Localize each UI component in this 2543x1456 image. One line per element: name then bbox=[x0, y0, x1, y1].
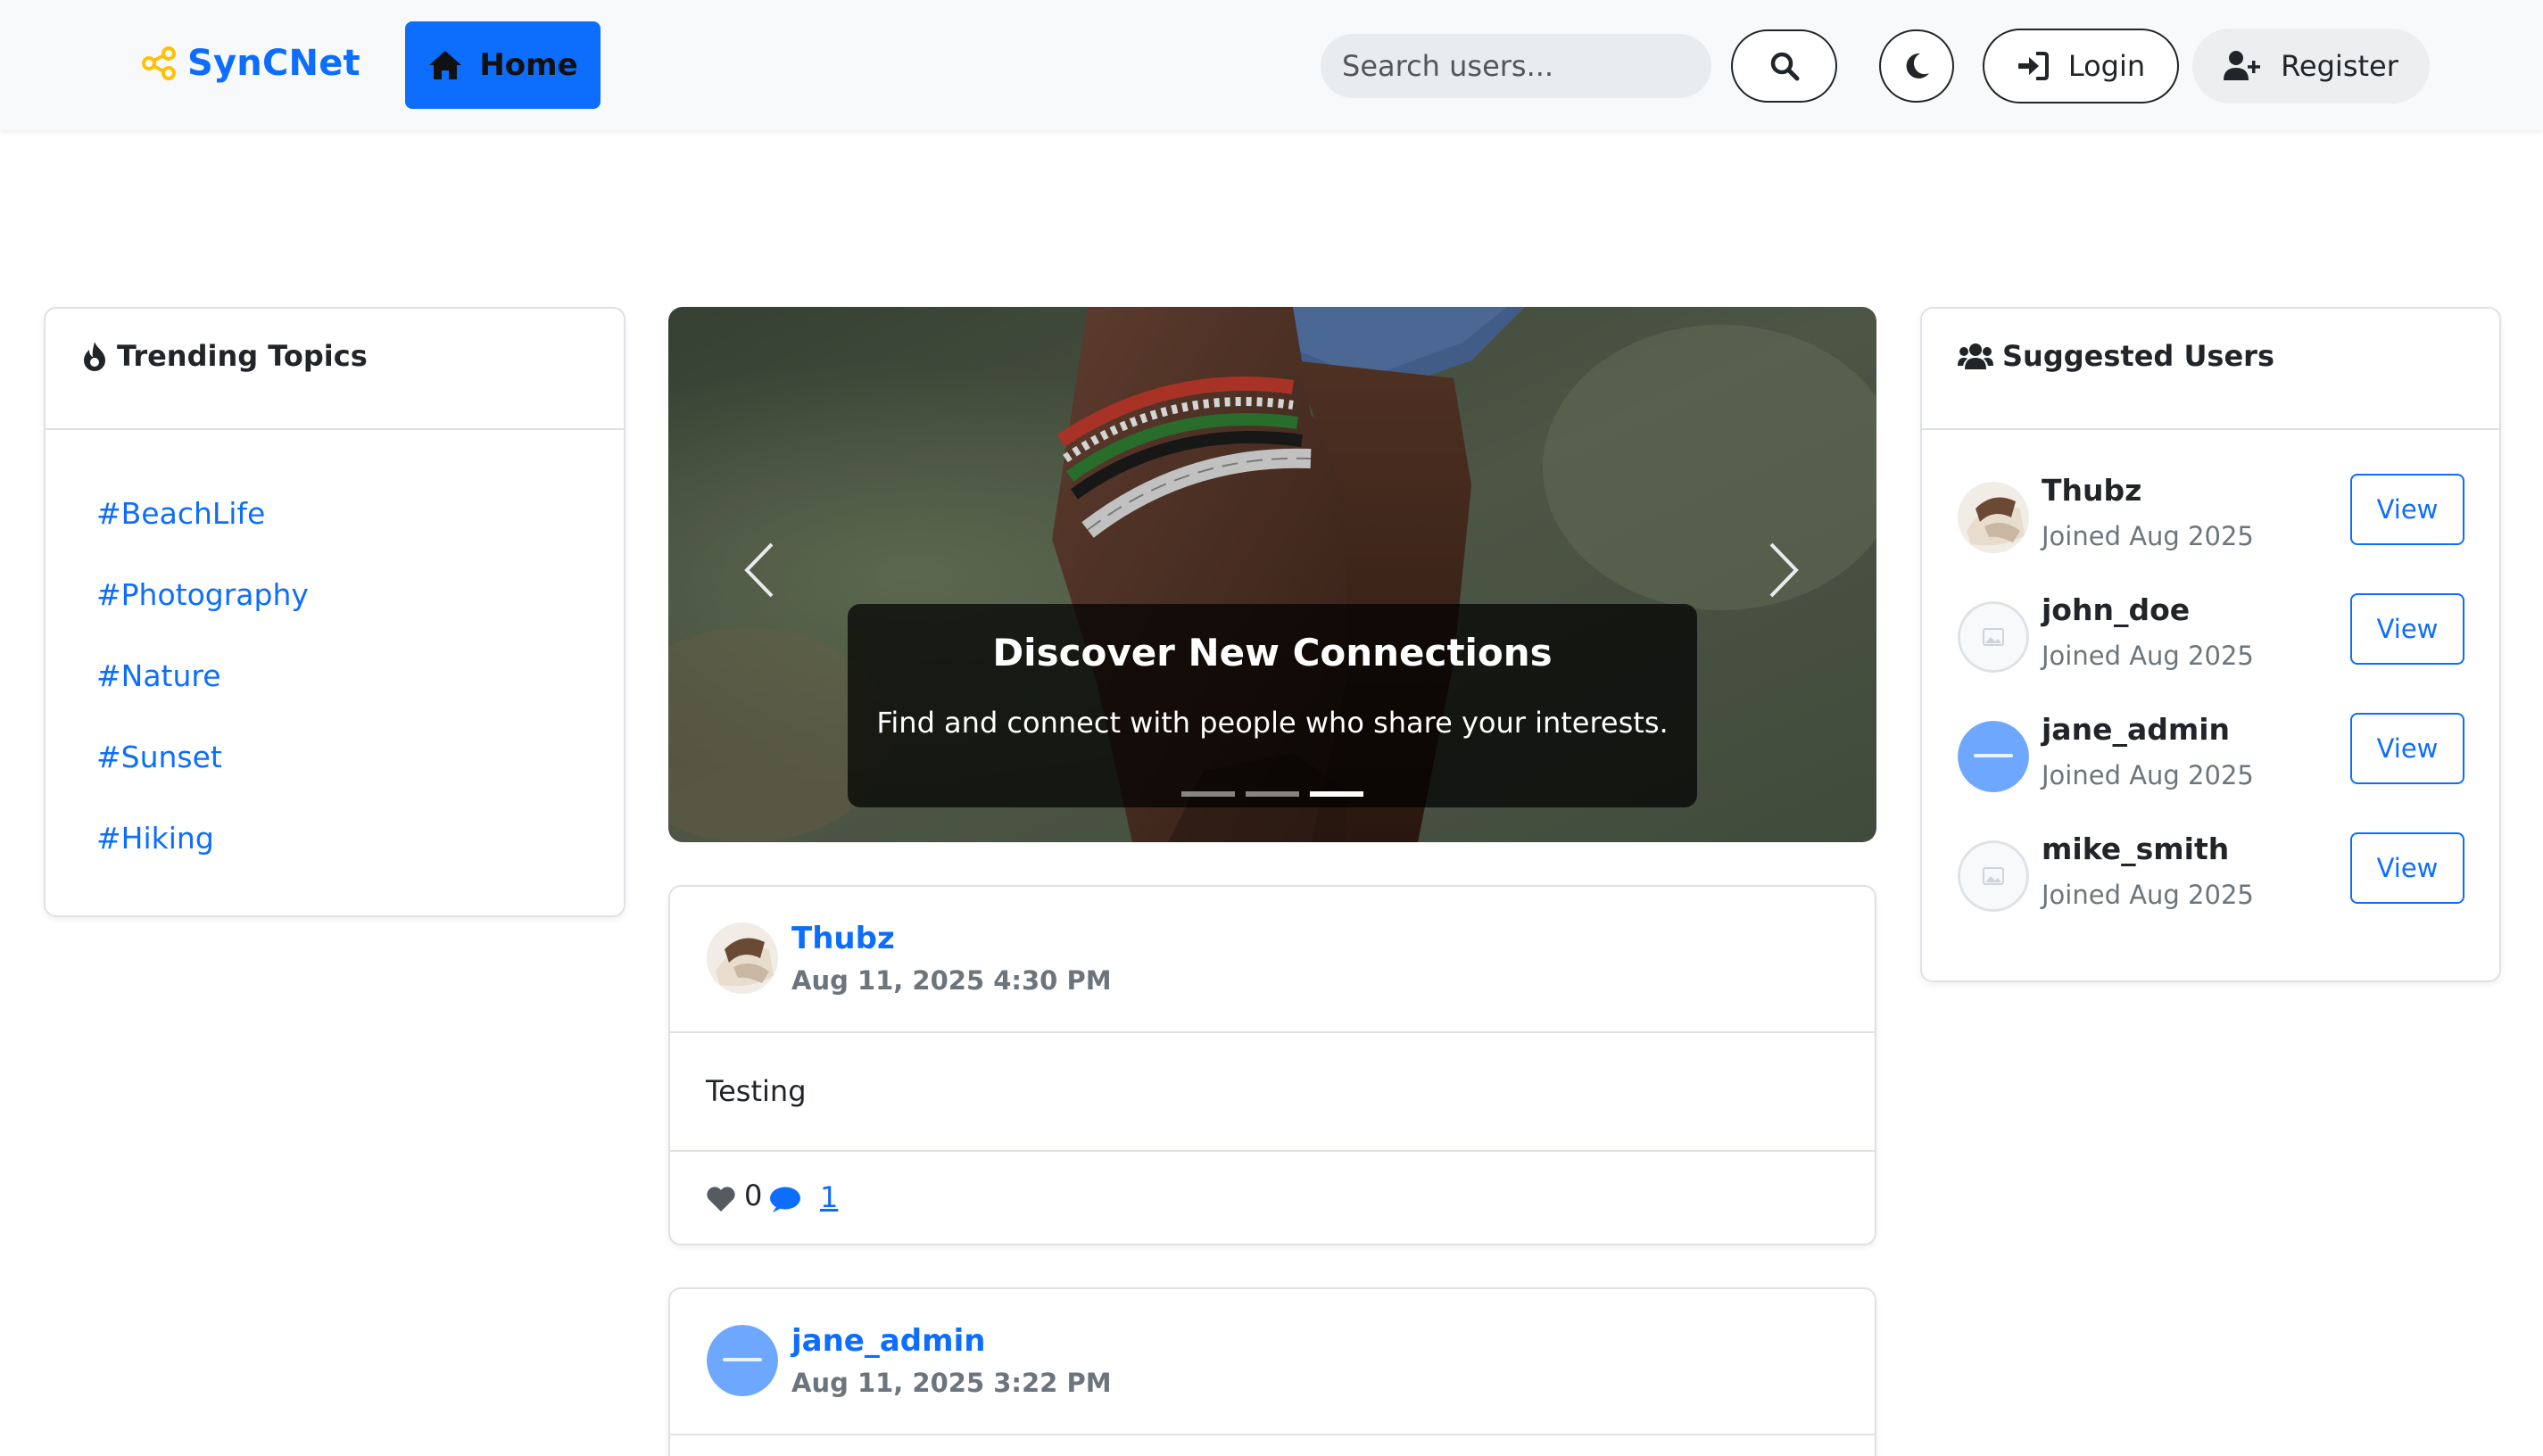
avatar-logo-icon bbox=[707, 1325, 778, 1396]
search-input[interactable] bbox=[1321, 34, 1711, 98]
suggested-user-row: jane_admin Joined Aug 2025 View bbox=[1922, 712, 2499, 801]
carousel-caption: Discover New Connections Find and connec… bbox=[848, 604, 1697, 807]
suggested-title: Suggested Users bbox=[2002, 339, 2274, 373]
search-icon bbox=[1770, 52, 1799, 81]
like-count: 0 bbox=[744, 1179, 763, 1212]
view-user-button[interactable]: View bbox=[2350, 474, 2464, 545]
trending-title: Trending Topics bbox=[117, 339, 368, 373]
avatar[interactable] bbox=[707, 922, 778, 994]
suggested-header: Suggested Users bbox=[1922, 309, 2499, 430]
suggested-user-row: mike_smith Joined Aug 2025 View bbox=[1922, 831, 2499, 921]
trending-topics-card: Trending Topics #BeachLife #Photography … bbox=[44, 307, 625, 917]
avatar-logo-icon bbox=[1958, 721, 2029, 792]
brand-link[interactable]: SynCNet bbox=[141, 43, 360, 84]
user-name: jane_admin bbox=[2042, 712, 2231, 747]
carousel-indicator-active[interactable] bbox=[1310, 791, 1363, 797]
carousel-indicator[interactable] bbox=[1181, 791, 1235, 797]
avatar-photo-icon bbox=[707, 922, 778, 994]
home-label: Home bbox=[479, 47, 578, 83]
avatar[interactable] bbox=[1958, 482, 2029, 553]
share-nodes-icon bbox=[142, 46, 176, 80]
suggested-users-card: Suggested Users Thubz Joined Aug 2025 Vi… bbox=[1920, 307, 2501, 982]
search-button[interactable] bbox=[1731, 29, 1837, 103]
user-name: mike_smith bbox=[2042, 831, 2230, 866]
user-joined: Joined Aug 2025 bbox=[2042, 760, 2254, 790]
topic-link[interactable]: #BeachLife bbox=[96, 496, 265, 531]
user-joined: Joined Aug 2025 bbox=[2042, 641, 2254, 671]
avatar-photo-icon bbox=[1958, 482, 2029, 553]
carousel-indicators bbox=[848, 791, 1697, 797]
user-name: john_doe bbox=[2042, 592, 2191, 627]
comment-icon[interactable] bbox=[769, 1186, 801, 1214]
topic-link[interactable]: #Sunset bbox=[96, 740, 222, 774]
suggested-user-row: Thubz Joined Aug 2025 View bbox=[1922, 473, 2499, 562]
image-placeholder-icon bbox=[1958, 840, 2029, 912]
avatar[interactable] bbox=[1958, 601, 2029, 673]
caption-title: Discover New Connections bbox=[992, 631, 1553, 674]
post-timestamp: Aug 11, 2025 4:30 PM bbox=[791, 965, 1112, 996]
post-card: Thubz Aug 11, 2025 4:30 PM Testing 0 1 bbox=[668, 885, 1876, 1245]
post-card: jane_admin Aug 11, 2025 3:22 PM bbox=[668, 1287, 1876, 1456]
moon-icon bbox=[1906, 53, 1929, 79]
user-joined: Joined Aug 2025 bbox=[2042, 521, 2254, 551]
sign-in-icon bbox=[2017, 52, 2049, 80]
post-body: Testing bbox=[670, 1033, 1875, 1152]
post-author[interactable]: jane_admin bbox=[791, 1323, 985, 1359]
user-plus-icon bbox=[2224, 51, 2261, 80]
topic-link[interactable]: #Nature bbox=[96, 658, 221, 693]
topic-link[interactable]: #Photography bbox=[96, 577, 309, 612]
post-author[interactable]: Thubz bbox=[791, 921, 895, 956]
navbar: SynCNet Home Login Register bbox=[0, 0, 2543, 130]
register-label: Register bbox=[2281, 49, 2398, 83]
view-user-button[interactable]: View bbox=[2350, 832, 2464, 904]
carousel-indicator[interactable] bbox=[1246, 791, 1299, 797]
users-icon bbox=[1958, 343, 1993, 369]
avatar[interactable] bbox=[1958, 840, 2029, 912]
post-content: Testing bbox=[706, 1074, 807, 1108]
trending-header: Trending Topics bbox=[46, 309, 624, 430]
view-user-button[interactable]: View bbox=[2350, 713, 2464, 784]
view-user-button[interactable]: View bbox=[2350, 593, 2464, 665]
suggested-user-row: john_doe Joined Aug 2025 View bbox=[1922, 592, 2499, 682]
image-placeholder-icon bbox=[1958, 601, 2029, 673]
user-joined: Joined Aug 2025 bbox=[2042, 880, 2254, 910]
post-header: Thubz Aug 11, 2025 4:30 PM bbox=[670, 887, 1875, 1033]
home-button[interactable]: Home bbox=[405, 21, 601, 109]
heart-icon[interactable] bbox=[706, 1186, 736, 1212]
login-label: Login bbox=[2067, 49, 2146, 83]
home-icon bbox=[429, 51, 462, 79]
register-button[interactable]: Register bbox=[2192, 29, 2430, 103]
post-header: jane_admin Aug 11, 2025 3:22 PM bbox=[670, 1289, 1875, 1435]
topic-link[interactable]: #Hiking bbox=[96, 821, 214, 856]
avatar[interactable] bbox=[707, 1325, 778, 1396]
chevron-left-icon[interactable] bbox=[741, 541, 777, 600]
avatar[interactable] bbox=[1958, 721, 2029, 792]
chevron-right-icon[interactable] bbox=[1766, 541, 1802, 600]
fire-icon bbox=[84, 342, 105, 371]
theme-toggle-button[interactable] bbox=[1879, 29, 1954, 103]
comment-count-link[interactable]: 1 bbox=[820, 1180, 838, 1214]
user-name: Thubz bbox=[2042, 473, 2142, 508]
caption-text: Find and connect with people who share y… bbox=[876, 706, 1669, 740]
hero-carousel: Discover New Connections Find and connec… bbox=[668, 307, 1876, 842]
login-button[interactable]: Login bbox=[1983, 29, 2179, 103]
post-timestamp: Aug 11, 2025 3:22 PM bbox=[791, 1368, 1112, 1398]
brand-name: SynCNet bbox=[187, 43, 360, 84]
post-actions: 0 1 bbox=[670, 1152, 1875, 1244]
